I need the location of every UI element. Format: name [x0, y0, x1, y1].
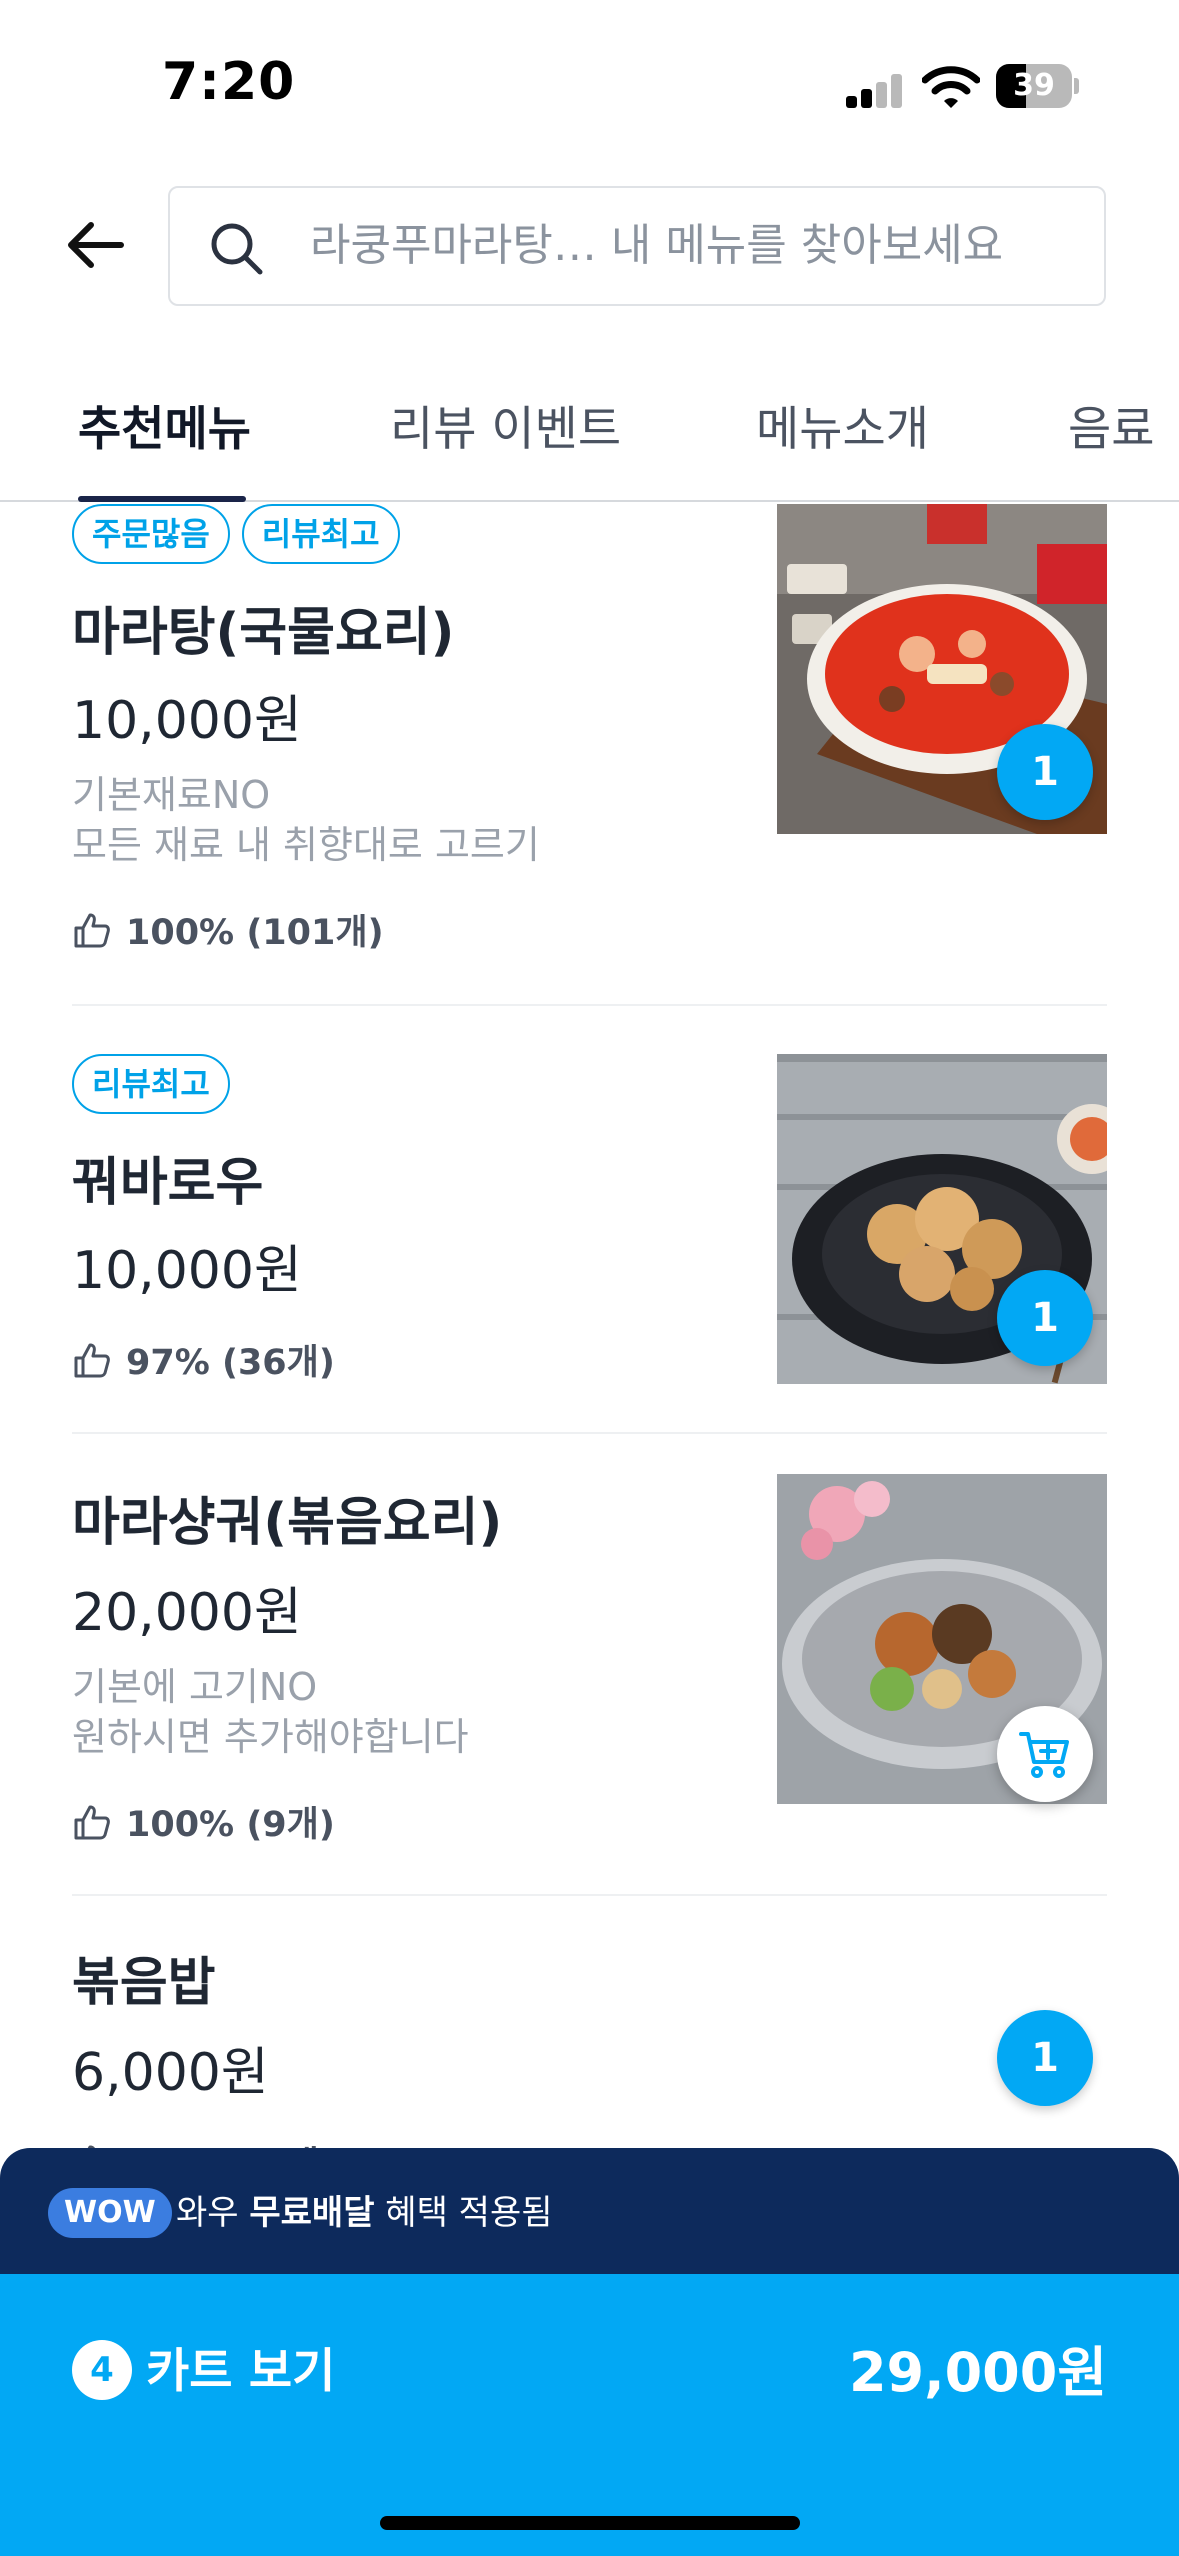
status-time: 7:20 — [162, 52, 296, 112]
add-to-cart-button[interactable] — [997, 1706, 1093, 1802]
badge-group: 리뷰최고 — [72, 1054, 230, 1114]
cart-quantity-badge[interactable]: 1 — [997, 724, 1093, 820]
rating-text: 100% (9개) — [126, 1805, 335, 1845]
item-divider — [72, 1432, 1107, 1434]
menu-item[interactable]: 주문많음 리뷰최고 마라탕(국물요리) 10,000원 기본재료NO 모든 재료… — [72, 504, 1107, 1004]
tab-recommended[interactable]: 추천메뉴 — [78, 390, 251, 459]
wifi-icon — [922, 66, 980, 108]
back-button[interactable] — [60, 205, 130, 285]
view-cart-button[interactable]: 4 카트 보기 29,000원 — [0, 2274, 1179, 2556]
menu-item-name: 마라탕(국물요리) — [72, 603, 455, 663]
wow-badge: WOW — [48, 2188, 172, 2238]
menu-item[interactable]: 마라샹궈(볶음요리) 20,000원 기본에 고기NO 원하시면 추가해야합니다… — [72, 1474, 1107, 1920]
cart-label: 카트 보기 — [146, 2344, 336, 2399]
menu-item[interactable]: 볶음밥 6,000원 100% (4개) 1 — [72, 1940, 1107, 2150]
battery-level: 39 — [1013, 68, 1055, 103]
status-bar: 7:20 39 — [0, 0, 1179, 170]
search-placeholder: 라쿵푸마라탕… 내 메뉴를 찾아보세요 — [310, 220, 1004, 271]
menu-item-description-line: 기본에 고기NO — [72, 1665, 318, 1709]
cart-total-price: 29,000원 — [848, 2341, 1107, 2404]
badge-popular: 주문많음 — [72, 504, 230, 564]
rating-text: 97% (36개) — [126, 1343, 335, 1383]
badge-best-review: 리뷰최고 — [72, 1054, 230, 1114]
badge-group: 주문많음 리뷰최고 — [72, 504, 400, 564]
menu-item-description-line: 원하시면 추가해야합니다 — [72, 1715, 469, 1759]
tab-drinks[interactable]: 음료 — [1068, 390, 1154, 459]
menu-item[interactable]: 리뷰최고 꿔바로우 10,000원 97% (36개) 1 — [72, 1054, 1107, 1434]
wow-benefit-banner: WOW 와우 무료배달 혜택 적용됨 — [0, 2148, 1179, 2276]
search-icon — [211, 223, 263, 275]
tab-review-event[interactable]: 리뷰 이벤트 — [390, 390, 621, 459]
menu-item-description-line: 기본재료NO — [72, 773, 271, 817]
cart-plus-icon — [1019, 1732, 1069, 1778]
menu-item-rating: 100% (9개) — [72, 1796, 335, 1847]
wow-benefit-text: 와우 무료배달 혜택 적용됨 — [176, 2193, 553, 2233]
cart-count-badge: 4 — [72, 2340, 132, 2400]
item-divider — [72, 1004, 1107, 1006]
menu-item-description-line: 모든 재료 내 취향대로 고르기 — [72, 823, 540, 867]
menu-item-price: 20,000원 — [72, 1583, 302, 1643]
cart-quantity-badge[interactable]: 1 — [997, 2010, 1093, 2106]
badge-best-review: 리뷰최고 — [241, 504, 400, 564]
menu-item-price: 10,000원 — [72, 1241, 302, 1301]
thumbs-up-icon — [74, 913, 110, 947]
search-input[interactable]: 라쿵푸마라탕… 내 메뉴를 찾아보세요 — [168, 186, 1106, 306]
active-tab-indicator — [78, 496, 246, 502]
home-indicator[interactable] — [380, 2516, 800, 2530]
menu-item-price: 6,000원 — [72, 2043, 269, 2103]
tab-menu-intro[interactable]: 메뉴소개 — [756, 390, 929, 459]
arrow-left-icon — [68, 222, 124, 268]
menu-item-rating: 97% (36개) — [72, 1334, 335, 1385]
menu-list: 주문많음 리뷰최고 마라탕(국물요리) 10,000원 기본재료NO 모든 재료… — [0, 504, 1179, 2150]
menu-item-name: 볶음밥 — [72, 1953, 216, 2013]
menu-item-price: 10,000원 — [72, 691, 302, 751]
battery-indicator: 39 — [996, 64, 1079, 108]
menu-item-rating: 100% (101개) — [72, 904, 384, 955]
menu-item-name: 마라샹궈(볶음요리) — [72, 1493, 503, 1553]
thumbs-up-icon — [74, 1343, 110, 1377]
rating-text: 100% (101개) — [126, 913, 384, 953]
cart-quantity-badge[interactable]: 1 — [997, 1270, 1093, 1366]
menu-item-name: 꿔바로우 — [72, 1153, 264, 1213]
thumbs-up-icon — [74, 1805, 110, 1839]
item-divider — [72, 1894, 1107, 1896]
category-tabs: 추천메뉴 리뷰 이벤트 메뉴소개 음료 — [0, 360, 1179, 502]
cellular-signal-icon — [846, 74, 902, 108]
